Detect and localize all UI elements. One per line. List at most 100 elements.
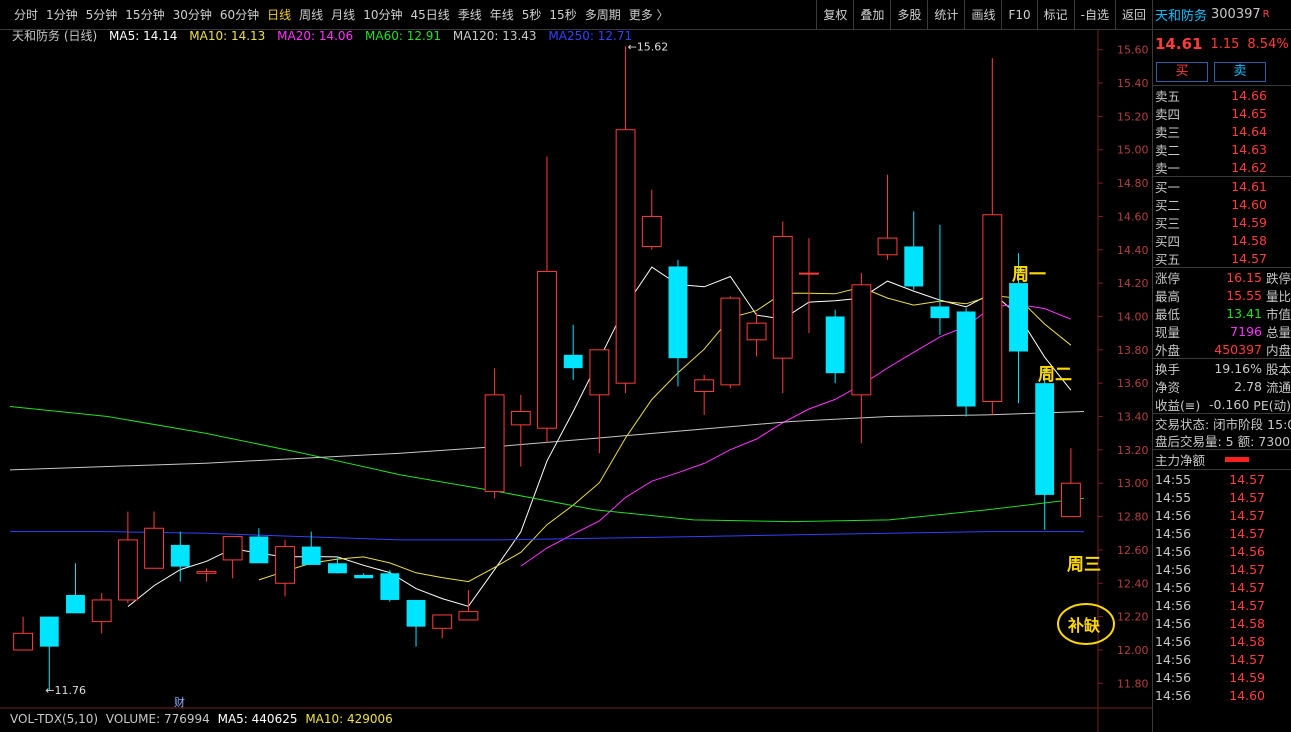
y-tick-label: 15.40 [1117,77,1149,90]
tick-row: 14:55 14.57 [1153,470,1291,488]
tick-price: 14.58 [1229,615,1265,631]
candle-body-up [746,322,767,341]
quote-row: 最低 13.41 市值 [1153,304,1291,322]
quote-row-extra: PE(动) [1253,397,1291,413]
sell-button[interactable]: 卖 [1214,61,1266,82]
tick-price: 14.57 [1229,561,1265,577]
ma-legend: 天和防务 (日线) MA5: 14.14 MA10: 14.13 MA20: 1… [12,27,640,44]
y-tick-label: 15.00 [1117,144,1149,157]
quote-row-value: 2.78 [1234,378,1262,394]
quote-row-value: 14.57 [1231,250,1267,266]
ma60-label: MA60: 12.91 [365,29,442,43]
candle-body-up [589,349,610,396]
tick-row: 14:56 14.58 [1153,614,1291,632]
quote-row-value: 14.59 [1231,214,1267,230]
candle-body-up [772,235,793,359]
quote-row-extra: 市值 [1265,306,1291,322]
tick-list[interactable]: 14:55 14.57 14:55 14.57 14:56 14.57 14:56 14.57… [1153,470,1291,704]
tick-time: 14:56 [1155,651,1192,667]
quote-row-extra: 内盘 [1265,342,1291,358]
quote-row-value: 19.16% [1214,360,1262,376]
quote-row: 买二 14.60 [1153,195,1291,213]
quote-row: 卖三 14.64 [1153,122,1291,140]
quote-row-label: 最低 [1155,306,1181,322]
candle-body-up [117,539,138,601]
candle-body-up [615,129,636,384]
quote-row-value: 14.65 [1231,105,1267,121]
ma20-label: MA20: 14.06 [277,29,354,43]
tick-time: 14:56 [1155,525,1192,541]
quote-row-value: 14.62 [1231,159,1267,175]
tick-row: 14:55 14.57 [1153,488,1291,506]
tick-price: 14.59 [1229,669,1265,685]
stock-header: 天和防务 300397 R [1153,0,1291,30]
candle-body-down [66,594,85,614]
quote-row-label: 涨停 [1155,270,1181,286]
tick-price: 14.57 [1229,579,1265,595]
quote-row-value: 14.60 [1231,196,1267,212]
quote-row: 卖五 14.66 [1153,86,1291,104]
quote-row-extra: 量比 [1265,288,1291,304]
tick-row: 14:56 14.59 [1153,668,1291,686]
tick-time: 14:56 [1155,633,1192,649]
quote-row-value: 16.15 [1226,269,1262,285]
candle-body-down [354,574,374,579]
quote-row: 卖四 14.65 [1153,104,1291,122]
y-tick-label: 13.60 [1117,377,1149,390]
candle-body-up [458,611,479,621]
candlestick-chart[interactable]: 15.60 15.40 15.20 15.00 14.80 14.60 14.40 14.20… [0,0,1152,732]
bid-book: 买一 14.61 买二 14.60 买三 14.59 买四 14.58 买五 14.57 [1153,177,1291,268]
y-tick-label: 13.20 [1117,444,1149,457]
tick-time: 14:56 [1155,543,1192,559]
quote-row-label: 买一 [1155,179,1181,195]
candle-body-down [328,563,347,574]
tick-time: 14:56 [1155,687,1192,703]
low-label: ←11.76 [45,684,86,697]
quote-row: 最高 15.55 量比 [1153,286,1291,304]
trade-buttons: 买 卖 [1153,58,1291,86]
quote-row-label: 净资 [1155,379,1181,395]
r-badge: R [1262,9,1270,20]
quote-row-extra: 总量 [1265,324,1291,340]
quote-row: 卖一 14.62 [1153,158,1291,176]
quote-row-label: 卖五 [1155,88,1181,104]
tick-row: 14:56 14.57 [1153,506,1291,524]
vol-value: VOLUME: 776994 [105,712,210,726]
vol-indicator-label[interactable]: VOL-TDX(5,10) [10,712,98,726]
candle-body-up [877,237,898,256]
buy-button[interactable]: 买 [1156,61,1208,82]
candle-body-up [432,614,453,629]
y-tick-label: 12.60 [1117,544,1149,557]
trade-status: 交易状态: 闭市阶段 15:00 [1155,416,1291,432]
candle-body-down [406,599,426,627]
quote-row: 现量 7196 总量 [1153,322,1291,340]
quote-row-value: 14.58 [1231,232,1267,248]
quote-row: 买五 14.57 [1153,249,1291,267]
price-row: 14.61 1.15 8.54% [1153,30,1291,58]
candle-body-up [851,284,872,396]
quote-row-label: 外盘 [1155,342,1181,358]
candle-body-up [799,272,819,275]
stock-name[interactable]: 天和防务 [1155,5,1207,24]
tick-row: 14:56 14.56 [1153,542,1291,560]
candle-body-up [537,270,557,429]
quote-row-extra: 跌停 [1265,270,1291,286]
candle-body-down [249,536,269,564]
tick-price: 14.56 [1229,543,1265,559]
y-tick-label: 14.80 [1117,177,1149,190]
tick-price: 14.57 [1229,597,1265,613]
financial-marker: 财 [174,695,185,709]
quote-row-label: 卖四 [1155,106,1181,122]
quote-row-value: 15.55 [1226,287,1262,303]
quote-row: 买四 14.58 [1153,231,1291,249]
quote-row-extra: 流通 [1265,379,1291,395]
quote-row-value: 14.66 [1231,87,1267,103]
tick-time: 14:56 [1155,579,1192,595]
price-pct: 8.54% [1247,36,1289,52]
y-tick-label: 12.00 [1117,644,1149,657]
candle-body-down [668,266,688,359]
stats-block: 涨停 16.15 跌停 最高 15.55 量比 最低 13.41 市值 现量 7196 总量 外盘 450… [1153,268,1291,359]
tick-time: 14:56 [1155,507,1192,523]
stock-code: 300397 [1211,7,1261,22]
quote-row: 卖二 14.63 [1153,140,1291,158]
